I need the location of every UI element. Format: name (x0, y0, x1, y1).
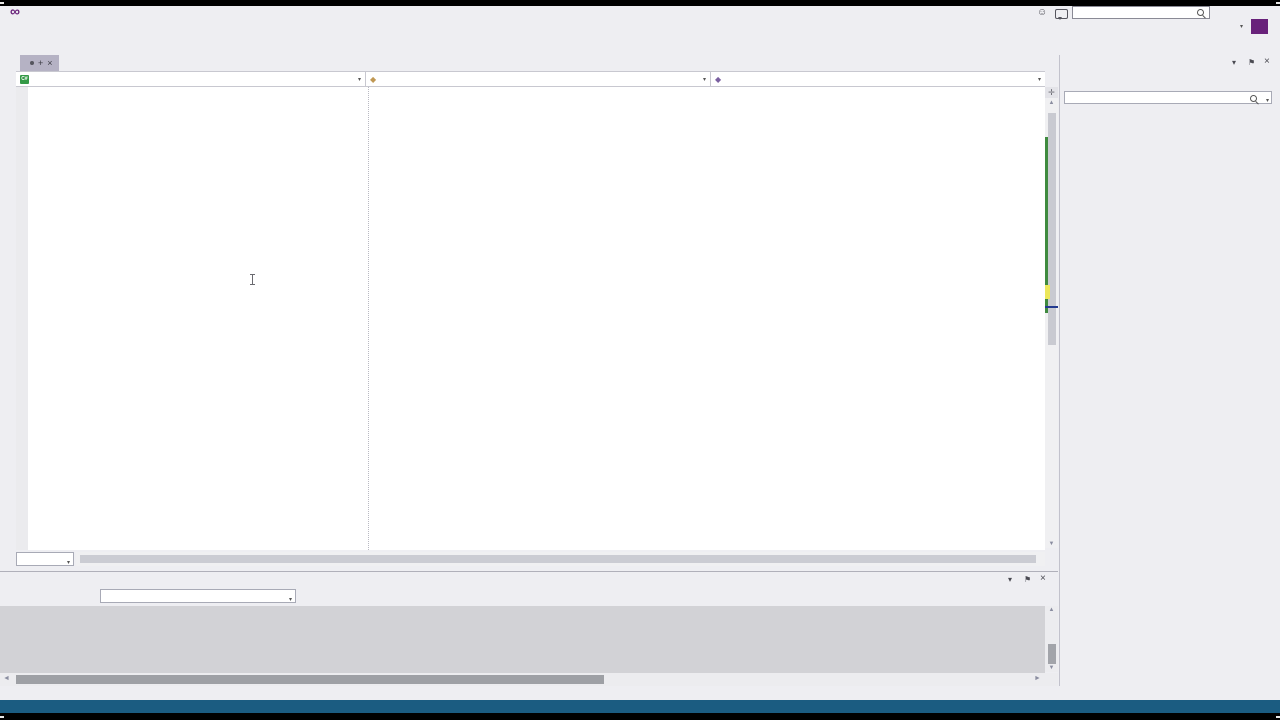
pin-icon[interactable]: ⚑ (1248, 58, 1255, 67)
visual-studio-logo-icon: ∞ (10, 3, 20, 19)
video-corner-dot (0, 2, 4, 4)
breakpoint-margin[interactable] (16, 87, 28, 550)
close-icon[interactable]: × (1040, 573, 1046, 584)
visual-studio-window: ∞ ☺ ▾ + × C# ▾ ◆ ▾ ◆ ▾ ✛ ▲ ▼ ▾ ▾ ⚑ × ▾ ▲… (0, 0, 1280, 720)
chevron-down-icon: ▾ (357, 76, 361, 83)
chevron-down-icon[interactable]: ▾ (1240, 23, 1243, 30)
output-horizontal-scrollbar[interactable]: ◄ ► (0, 673, 1058, 686)
output-console[interactable] (0, 606, 1045, 674)
send-feedback-icon[interactable]: ☺ (1037, 7, 1047, 18)
zoom-dropdown[interactable]: ▾ (16, 552, 74, 566)
search-icon (1196, 8, 1206, 18)
change-annotation-unsaved (1045, 285, 1050, 299)
notifications-icon[interactable] (1055, 9, 1068, 20)
tab-dot-icon (30, 61, 34, 65)
letterbox-bottom (0, 713, 1280, 720)
document-tab-program-cs[interactable]: + × (20, 55, 59, 71)
type-dropdown[interactable]: ◆ ▾ (366, 72, 710, 86)
class-icon: ◆ (370, 74, 377, 84)
caret-position-annotation (1045, 306, 1058, 308)
method-icon: ◆ (715, 74, 722, 84)
csharp-project-icon: C# (20, 74, 29, 84)
search-icon (1249, 94, 1259, 104)
quick-launch-input[interactable] (1072, 6, 1210, 19)
member-dropdown[interactable]: ◆ ▾ (711, 72, 1045, 86)
editor-guideline (368, 87, 369, 550)
video-corner-dot (0, 716, 4, 718)
status-bar (0, 700, 1280, 713)
scrollbar-thumb[interactable] (1048, 644, 1056, 664)
avatar[interactable] (1251, 19, 1268, 34)
video-corner-dot (1276, 716, 1280, 718)
scroll-left-icon[interactable]: ◄ (3, 675, 10, 682)
video-corner-dot (1276, 2, 1280, 4)
tab-close-icon[interactable]: × (47, 58, 52, 68)
pin-icon[interactable]: ⚑ (1024, 575, 1031, 584)
scroll-up-icon[interactable]: ▲ (1045, 607, 1058, 613)
scroll-right-icon[interactable]: ► (1034, 675, 1041, 682)
tab-pin-icon[interactable]: + (38, 58, 43, 68)
chevron-down-icon[interactable]: ▾ (1266, 95, 1269, 107)
splitter-handle[interactable]: ✛ (1045, 87, 1058, 98)
chevron-down-icon: ▾ (66, 560, 70, 566)
editor-horizontal-scrollbar[interactable] (76, 552, 1045, 566)
output-source-dropdown[interactable]: ▾ (100, 589, 296, 603)
chevron-down-icon: ▾ (1037, 76, 1041, 83)
output-panel: ▾ ⚑ × ▾ ▲ ▼ ◄ ► (0, 571, 1058, 686)
window-position-icon[interactable]: ▾ (1008, 575, 1012, 584)
solution-explorer-panel: ▾ ⚑ × ▾ (1059, 55, 1280, 686)
scrollbar-thumb[interactable] (16, 675, 604, 684)
code-editor[interactable] (16, 87, 1045, 550)
chevron-down-icon: ▾ (288, 597, 292, 603)
scrollbar-thumb[interactable] (80, 555, 1036, 563)
output-vertical-scrollbar[interactable]: ▲ ▼ (1045, 606, 1058, 672)
close-icon[interactable]: × (1264, 56, 1270, 67)
chevron-down-icon: ▾ (702, 76, 706, 83)
editor-navigation-bar: C# ▾ ◆ ▾ ◆ ▾ (16, 71, 1045, 87)
title-bar: ∞ ☺ (0, 3, 1280, 21)
scrollbar-thumb[interactable] (1048, 113, 1056, 345)
project-dropdown[interactable]: C# ▾ (16, 72, 365, 86)
scroll-down-icon[interactable]: ▼ (1045, 541, 1058, 547)
scroll-up-icon[interactable]: ▲ (1045, 100, 1058, 106)
solution-explorer-search-input[interactable]: ▾ (1064, 91, 1272, 104)
mouse-ibeam-cursor (250, 274, 255, 285)
window-position-icon[interactable]: ▾ (1232, 58, 1236, 67)
scroll-down-icon[interactable]: ▼ (1045, 665, 1058, 671)
editor-vertical-scrollbar[interactable]: ✛ ▲ ▼ (1045, 87, 1058, 548)
